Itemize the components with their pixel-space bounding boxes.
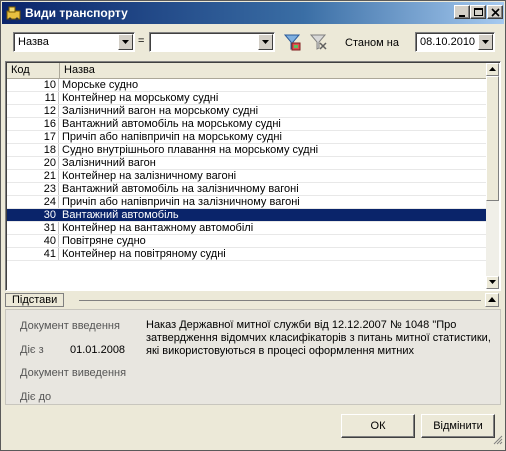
- row-code: 41: [7, 248, 59, 261]
- row-name: Вантажний автомобіль: [62, 209, 179, 221]
- apply-filter-icon[interactable]: [281, 31, 303, 53]
- field-select-value: Назва: [18, 36, 49, 48]
- table-row[interactable]: 12 Залізничний вагон на морському судні: [7, 105, 488, 118]
- field-select[interactable]: Назва: [13, 32, 135, 52]
- filter-value-dropdown-button[interactable]: [258, 34, 273, 50]
- row-name: Причіп або напівпричіп на морському судн…: [62, 131, 282, 143]
- vertical-scrollbar[interactable]: [486, 63, 499, 289]
- equals-sign: =: [138, 35, 145, 47]
- date-picker-dropdown-button[interactable]: [478, 34, 493, 50]
- field-select-dropdown-button[interactable]: [118, 34, 133, 50]
- row-name: Морське судно: [62, 79, 139, 91]
- table-row[interactable]: 16 Вантажний автомобіль на морському судн…: [7, 118, 488, 131]
- table-row[interactable]: 20 Залізничний вагон: [7, 157, 488, 170]
- doc-intro-text: Наказ Державної митної служби від 12.12.…: [146, 319, 491, 357]
- doc-intro-label: Документ введення: [20, 320, 120, 332]
- row-name: Залізничний вагон: [62, 157, 156, 169]
- row-code: 17: [7, 131, 59, 144]
- maximize-button[interactable]: [470, 5, 486, 19]
- row-name: Повітряне судно: [62, 235, 146, 247]
- date-picker[interactable]: 08.10.2010: [415, 32, 495, 52]
- grid-header: Код Назва: [7, 63, 488, 79]
- minimize-button[interactable]: [454, 5, 470, 19]
- row-code: 23: [7, 183, 59, 196]
- column-header-code[interactable]: Код: [7, 63, 60, 79]
- dialog-window: Види транспорту Назва = Станом на 08.10.…: [0, 0, 506, 451]
- table-row[interactable]: 21 Контейнер на залізничному вагоні: [7, 170, 488, 183]
- date-value: 08.10.2010: [420, 36, 476, 48]
- table-row[interactable]: 31 Контейнер на вантажному автомобілі: [7, 222, 488, 235]
- row-code: 11: [7, 92, 59, 105]
- table-row[interactable]: 24 Причіп або напівпричіп на залізничному…: [7, 196, 488, 209]
- clear-filter-icon[interactable]: [307, 31, 329, 53]
- resize-grip-icon[interactable]: [493, 435, 503, 448]
- row-name: Судно внутрішнього плавання на морському…: [62, 144, 319, 156]
- date-from-label: Діє з: [20, 344, 44, 356]
- basis-section-title: Підстави: [5, 293, 65, 307]
- scrollbar-thumb[interactable]: [486, 76, 499, 201]
- date-to-label: Діє до: [20, 391, 52, 403]
- table-row[interactable]: 40 Повітряне судно: [7, 235, 488, 248]
- table-row[interactable]: 23 Вантажний автомобіль на залізничному в…: [7, 183, 488, 196]
- doc-outro-label: Документ виведення: [20, 367, 127, 379]
- close-button[interactable]: [487, 5, 503, 19]
- grid-rows: 10 Морське судно 11 Контейнер на морському …: [7, 79, 488, 261]
- date-from-value: 01.01.2008: [70, 344, 126, 356]
- transport-types-grid[interactable]: Код Назва 10 Морське судно 11 Контейнер на …: [5, 61, 501, 291]
- as-of-label: Станом на: [345, 37, 399, 49]
- column-header-name[interactable]: Назва: [60, 63, 488, 79]
- scroll-down-button[interactable]: [486, 276, 499, 289]
- row-code: 21: [7, 170, 59, 183]
- table-row[interactable]: 17 Причіп або напівпричіп на морському су…: [7, 131, 488, 144]
- table-row[interactable]: 18 Судно внутрішнього плавання на морсько…: [7, 144, 488, 157]
- row-code: 16: [7, 118, 59, 131]
- row-code: 24: [7, 196, 59, 209]
- table-row[interactable]: 41 Контейнер на повітряному судні: [7, 248, 488, 261]
- table-row[interactable]: 30 Вантажний автомобіль: [7, 209, 488, 222]
- row-code: 31: [7, 222, 59, 235]
- row-code: 20: [7, 157, 59, 170]
- row-code: 10: [7, 79, 59, 92]
- row-name: Вантажний автомобіль на залізничному ваг…: [62, 183, 299, 195]
- row-name: Залізничний вагон на морському судні: [62, 105, 259, 117]
- collapse-section-button[interactable]: [485, 293, 499, 307]
- row-name: Контейнер на повітряному судні: [62, 248, 226, 260]
- basis-section-header: Підстави: [5, 293, 501, 307]
- section-divider: [79, 300, 481, 301]
- table-row[interactable]: 10 Морське судно: [7, 79, 488, 92]
- row-code: 12: [7, 105, 59, 118]
- row-name: Контейнер на морському судні: [62, 92, 219, 104]
- app-icon: [6, 5, 22, 21]
- row-code: 30: [7, 209, 59, 222]
- basis-details-panel: Документ введення Діє з 01.01.2008 Докум…: [5, 309, 501, 405]
- row-name: Контейнер на залізничному вагоні: [62, 170, 237, 182]
- row-name: Вантажний автомобіль на морському судні: [62, 118, 281, 130]
- row-code: 18: [7, 144, 59, 157]
- row-name: Контейнер на вантажному автомобілі: [62, 222, 254, 234]
- filter-value-select[interactable]: [149, 32, 275, 52]
- scroll-up-button[interactable]: [486, 63, 499, 76]
- window-title: Види транспорту: [25, 6, 128, 20]
- row-name: Причіп або напівпричіп на залізничному в…: [62, 196, 300, 208]
- table-row[interactable]: 11 Контейнер на морському судні: [7, 92, 488, 105]
- cancel-button[interactable]: Відмінити: [421, 414, 495, 438]
- row-code: 40: [7, 235, 59, 248]
- title-bar[interactable]: Види транспорту: [2, 2, 504, 24]
- ok-button[interactable]: ОК: [341, 414, 415, 438]
